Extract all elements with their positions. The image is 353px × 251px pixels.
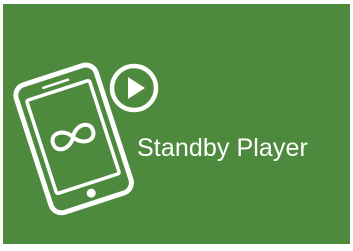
app-banner: Standby Player xyxy=(3,4,350,244)
smartphone-icon xyxy=(13,62,134,216)
play-circle-icon xyxy=(109,63,159,113)
app-title: Standby Player xyxy=(137,134,308,162)
infinity-loop-icon xyxy=(50,122,96,152)
banner-frame: Standby Player xyxy=(0,0,353,251)
